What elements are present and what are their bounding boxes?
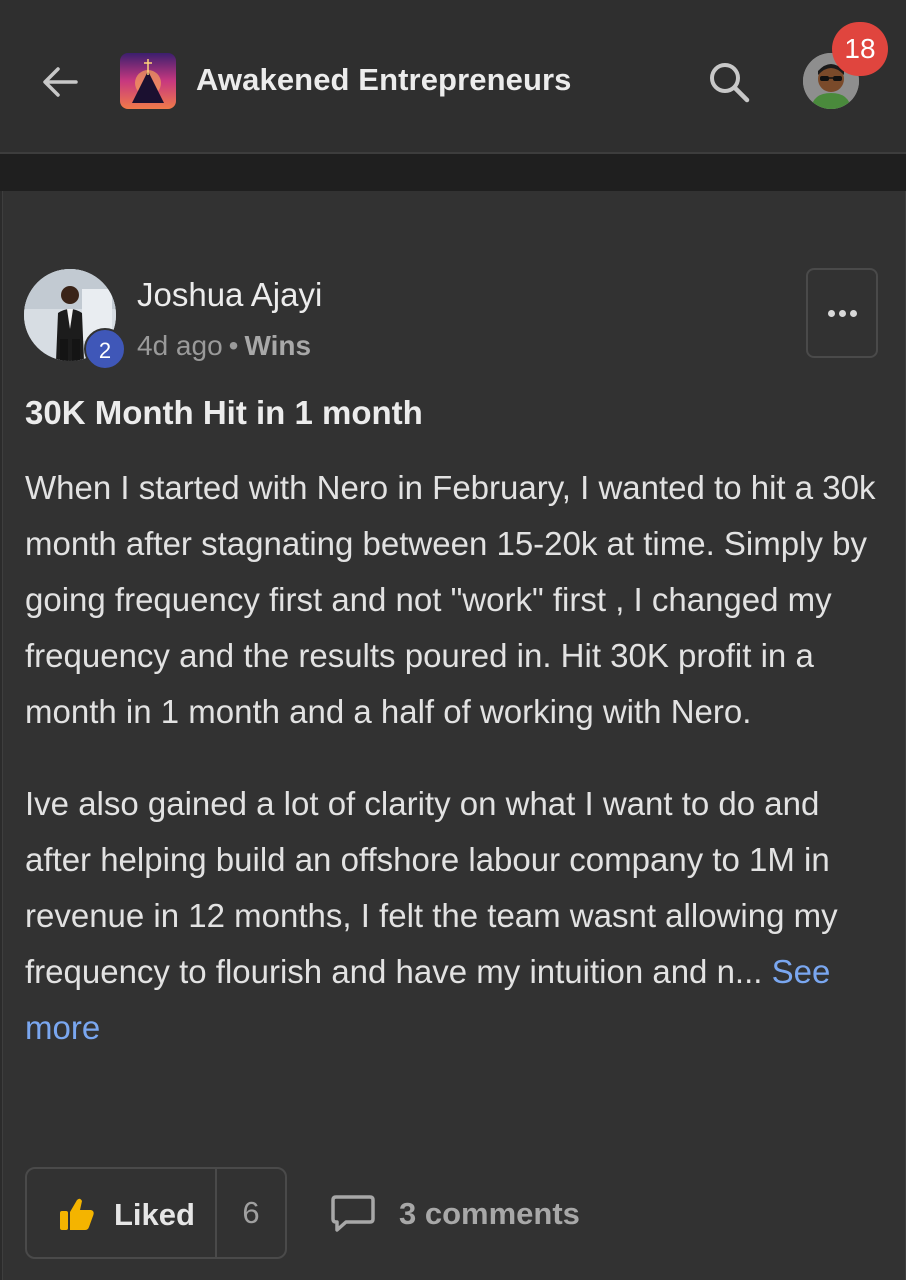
comments-label: 3 comments bbox=[399, 1196, 580, 1231]
like-label: Liked bbox=[114, 1197, 195, 1232]
comment-bubble-icon bbox=[330, 1194, 376, 1234]
post-time: 4d ago bbox=[137, 330, 223, 361]
more-dot-icon bbox=[839, 310, 846, 317]
post-meta: 4d ago • Wins bbox=[137, 330, 311, 362]
more-dot-icon bbox=[828, 310, 835, 317]
notification-badge[interactable]: 18 bbox=[832, 22, 888, 76]
back-arrow-icon[interactable] bbox=[38, 60, 82, 104]
thumbs-up-icon bbox=[59, 1197, 95, 1231]
post-title: 30K Month Hit in 1 month bbox=[25, 394, 423, 431]
like-control: Liked 6 bbox=[25, 1167, 287, 1259]
like-button[interactable]: Liked bbox=[27, 1169, 215, 1257]
search-icon[interactable] bbox=[704, 57, 754, 107]
header-divider bbox=[0, 154, 906, 191]
post-paragraph-preview: Ive also gained a lot of clarity on what… bbox=[25, 776, 890, 1056]
author-level-badge: 2 bbox=[84, 328, 126, 370]
author-name[interactable]: Joshua Ajayi bbox=[137, 276, 322, 314]
more-dot-icon bbox=[850, 310, 857, 317]
post-paragraph-text: Ive also gained a lot of clarity on what… bbox=[25, 785, 838, 990]
group-title[interactable]: Awakened Entrepreneurs bbox=[196, 62, 572, 98]
meta-separator: • bbox=[228, 330, 239, 361]
post-category[interactable]: Wins bbox=[244, 330, 311, 361]
like-count[interactable]: 6 bbox=[217, 1169, 285, 1257]
top-app-bar: Awakened Entrepreneurs 18 bbox=[0, 0, 906, 154]
more-options-button[interactable] bbox=[806, 268, 878, 358]
post-body: When I started with Nero in February, I … bbox=[25, 460, 890, 1092]
post-paragraph: When I started with Nero in February, I … bbox=[25, 469, 876, 730]
group-logo[interactable] bbox=[120, 53, 176, 109]
